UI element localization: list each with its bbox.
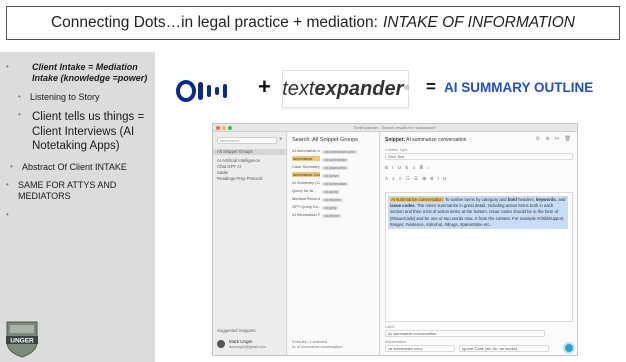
abbreviation-input[interactable]: ;ai.summarize.conv bbox=[385, 345, 455, 352]
avatar bbox=[217, 340, 225, 348]
list-footer: 9 results / 1 selected in: ai.summarize.… bbox=[292, 340, 343, 349]
textexpander-logo: text expander ® bbox=[282, 70, 409, 108]
bullet-dot: • bbox=[10, 161, 13, 171]
snippet-action-icons[interactable]: ⚙ ⊕ ↦ 🗑 bbox=[536, 136, 573, 142]
sub-bullet-item: • Client tells us things = Client Interv… bbox=[6, 110, 152, 153]
list-item[interactable]: summarize ;ai.summarize bbox=[292, 156, 378, 162]
left-bullet-panel: • Client Intake = Mediation Intake (know… bbox=[0, 52, 155, 362]
bullet-dot: • bbox=[6, 62, 9, 71]
bullet-list: • Client Intake = Mediation Intake (know… bbox=[6, 62, 152, 228]
registered-mark: ® bbox=[404, 86, 409, 92]
bullet-dot: • bbox=[18, 91, 21, 101]
user-account[interactable]: Mark Unger mmunger@gmail.com bbox=[217, 338, 283, 352]
unger-logo-icon: UNGER bbox=[6, 321, 38, 358]
snippet-editor[interactable]: AI summarize conversation To outline ite… bbox=[385, 192, 573, 322]
bullet-dot: • bbox=[18, 110, 21, 120]
bullet-item: • Abstract Of Client INTAKE bbox=[10, 162, 152, 173]
bullet-item: • SAME FOR ATTYS AND MEDIATORS bbox=[6, 180, 152, 202]
snippet-sidebar: summarize + All Snippet Groups AI Artifi… bbox=[213, 132, 287, 355]
label-input[interactable]: AI summarize conversation bbox=[385, 330, 545, 337]
bullet-text: Client tells us things = Client Intervie… bbox=[32, 111, 145, 153]
bullet-dot: • bbox=[6, 209, 9, 219]
user-name: Mark Unger bbox=[229, 339, 253, 344]
sidebar-item-readings[interactable]: Readings Prep Protocol bbox=[217, 176, 262, 181]
format-toolbar-2[interactable]: A ≡ ≡ ☷ ☰ ⊞ B I U bbox=[385, 176, 573, 183]
sidebar-item-chatgpt[interactable]: Chat GPT AI bbox=[217, 164, 241, 169]
bullet-text: Abstract Of Client INTAKE bbox=[22, 161, 127, 172]
content-type-select[interactable]: Rich Text bbox=[385, 153, 573, 160]
slide-title: Connecting Dots…in legal practice + medi… bbox=[50, 14, 378, 31]
bullet-item-empty: • bbox=[6, 210, 152, 220]
slide: Connecting Dots…in legal practice + medi… bbox=[0, 0, 626, 362]
textexpander-bold: expander bbox=[314, 77, 404, 100]
slide-title-bar: Connecting Dots…in legal practice + medi… bbox=[6, 6, 620, 40]
list-item[interactable]: summarize Conversation;ai.convo bbox=[292, 172, 378, 178]
suggested-snippets-link[interactable]: Suggested Snippets bbox=[217, 328, 255, 333]
textexpander-app-window: TextExpander - Search results for “summa… bbox=[212, 123, 578, 356]
bullet-text: SAME FOR ATTYS AND MEDIATORS bbox=[18, 180, 117, 202]
sidebar-item-all-groups[interactable]: All Snippet Groups bbox=[213, 149, 286, 155]
bullet-text: Listening to Story bbox=[30, 91, 100, 102]
sidebar-item-sadie[interactable]: Sadie bbox=[217, 170, 228, 175]
list-header: Search: All Snippet Groups bbox=[292, 137, 359, 143]
ai-summary-heading: AI SUMMARY OUTLINE bbox=[444, 80, 594, 95]
format-toolbar[interactable]: B I U S ≡ ≣ ⌂ bbox=[385, 165, 573, 172]
snippet-title: Snippet: AI summarize conversation bbox=[385, 137, 467, 143]
window-titlebar: TextExpander - Search results for “summa… bbox=[213, 124, 577, 132]
list-item[interactable]: Medical Records S...;ai.medrec bbox=[292, 196, 378, 202]
bullet-item: • Listening to Story bbox=[18, 92, 152, 103]
sidebar-search-input[interactable]: summarize bbox=[217, 137, 277, 144]
abbreviation-case-select[interactable]: Ignore Case (ab, Ab, ab works) bbox=[459, 345, 549, 352]
add-group-icon[interactable]: + bbox=[279, 137, 283, 143]
label-field-label: Label bbox=[385, 325, 395, 329]
window-title: TextExpander - Search results for “summa… bbox=[353, 125, 437, 130]
sidebar-item-ai[interactable]: AI Artificial Intelligence bbox=[217, 158, 260, 163]
bullet-dot: • bbox=[6, 180, 9, 190]
selected-snippet-text: AI summarize conversation To outline ite… bbox=[388, 196, 568, 230]
plus-sign: + bbox=[258, 74, 271, 99]
snippet-detail: Snippet: AI summarize conversation ⚙ ⊕ ↦… bbox=[381, 132, 577, 355]
bullet-text: Client Intake = Mediation Intake (knowle… bbox=[32, 62, 148, 83]
expand-action-button[interactable] bbox=[563, 342, 575, 354]
snippet-list: Search: All Snippet Groups AI summarize … bbox=[288, 132, 380, 355]
abbreviation-label: Abbreviation bbox=[385, 340, 407, 344]
bullet-item: • Client Intake = Mediation Intake (know… bbox=[6, 62, 152, 84]
list-item[interactable]: Case Summary ;ai.casesumm bbox=[292, 164, 378, 170]
list-item[interactable]: AI Summary (Ca...;ai.summcase bbox=[292, 180, 378, 186]
list-item[interactable]: Query for Ai... ;ai.query bbox=[292, 188, 378, 194]
textexpander-prefix: text bbox=[282, 77, 315, 100]
slide-title-italic: INTAKE OF INFORMATION bbox=[382, 14, 575, 31]
user-email: mmunger@gmail.com bbox=[229, 345, 267, 349]
unger-logo-label: UNGER bbox=[10, 338, 34, 345]
list-item[interactable]: AI Information Retrieval...;ai.inforet bbox=[292, 212, 378, 218]
list-item[interactable]: AI summarize conversa...;ai.summarize.co… bbox=[292, 148, 378, 154]
otter-logo-icon bbox=[176, 80, 227, 102]
content-type-label: Content Type bbox=[385, 148, 408, 152]
list-item[interactable]: GPT Query for... ;ai.gptq bbox=[292, 204, 378, 210]
equals-sign: = bbox=[426, 77, 436, 96]
